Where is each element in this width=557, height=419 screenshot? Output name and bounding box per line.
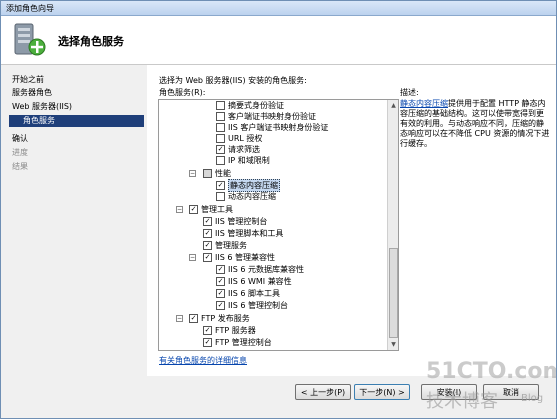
check-icon[interactable]: ✓ xyxy=(216,289,225,298)
collapse-icon[interactable]: − xyxy=(176,315,183,322)
tree-item-label: FTP 管理控制台 xyxy=(215,338,272,347)
role-services-label: 角色服务(R): xyxy=(159,88,206,97)
nav-item-before-you-begin[interactable]: 开始之前 xyxy=(12,73,44,86)
description-heading: 描述: xyxy=(400,88,419,97)
tree-item[interactable]: ✓ IIS 6 脚本工具 xyxy=(159,288,384,299)
tree-item[interactable]: IP 和域限制 xyxy=(159,155,384,166)
check-icon[interactable]: ✓ xyxy=(203,326,212,335)
tree-item[interactable]: URL 授权 xyxy=(159,133,384,144)
tree-item-label: IIS 管理脚本和工具 xyxy=(215,229,284,238)
server-add-icon xyxy=(14,23,46,56)
tree-item-label: 管理工具 xyxy=(201,205,233,214)
check-icon[interactable]: ✓ xyxy=(203,241,212,250)
previous-button[interactable]: < 上一步(P) xyxy=(295,384,351,400)
tree-item-label: 客户端证书映射身份验证 xyxy=(228,112,316,121)
check-icon[interactable]: ✓ xyxy=(203,253,212,262)
check-icon[interactable]: ✓ xyxy=(203,338,212,347)
description-link[interactable]: 静态内容压缩 xyxy=(400,99,448,108)
checkbox-partial[interactable] xyxy=(203,169,212,178)
role-services-tree[interactable]: 摘要式身份验证 客户端证书映射身份验证 IIS 客户端证书映射身份验证 URL … xyxy=(158,99,399,351)
tree-item[interactable]: ✓ IIS 6 管理控制台 xyxy=(159,300,384,311)
tree-item[interactable]: ✓ FTP 服务器 xyxy=(159,325,384,336)
nav-item-web-server[interactable]: Web 服务器(IIS) xyxy=(12,100,72,113)
check-icon[interactable]: ✓ xyxy=(216,181,225,190)
check-icon[interactable]: ✓ xyxy=(216,301,225,310)
window-title: 添加角色向导 xyxy=(6,4,54,13)
watermark-site: 51CTO.com xyxy=(426,359,557,384)
tree-item[interactable]: ✓ IIS 管理控制台 xyxy=(159,216,384,227)
check-icon[interactable]: ✓ xyxy=(189,205,198,214)
nav-item-server-roles[interactable]: 服务器角色 xyxy=(12,86,52,99)
tree-scrollbar[interactable]: ▲ ▼ xyxy=(387,100,398,350)
wizard-nav: 开始之前 服务器角色 Web 服务器(IIS) 角色服务 确认 进度 结果 xyxy=(1,65,146,400)
tree-item-ftp-publishing[interactable]: − ✓ FTP 发布服务 xyxy=(159,313,384,324)
nav-item-confirmation[interactable]: 确认 xyxy=(12,132,28,145)
watermark-blog: Blog xyxy=(521,393,544,404)
tree-item-label: IIS 客户端证书映射身份验证 xyxy=(228,123,329,132)
tree-item[interactable]: 动态内容压缩 xyxy=(159,191,384,202)
tree-item-label: URL 授权 xyxy=(228,134,263,143)
tree-item-performance[interactable]: − 性能 xyxy=(159,168,384,179)
wizard-header: 选择角色服务 xyxy=(1,16,556,65)
tree-item-label: IP 和域限制 xyxy=(228,156,270,165)
checkbox[interactable] xyxy=(216,112,225,121)
select-prompt: 选择为 Web 服务器(IIS) 安装的角色服务: xyxy=(159,76,307,85)
tree-item[interactable]: ✓ 请求筛选 xyxy=(159,144,384,155)
description-text: 静态内容压缩提供用于配置 HTTP 静态内容压缩的基础结构。这可以使带宽得到更有… xyxy=(400,99,550,149)
watermark-blog-cn: 技术博客 xyxy=(426,391,498,412)
nav-item-role-services[interactable]: 角色服务 xyxy=(9,115,144,127)
tree-item-label: 请求筛选 xyxy=(228,145,260,154)
tree-item[interactable]: 摘要式身份验证 xyxy=(159,100,384,111)
collapse-icon[interactable]: − xyxy=(189,170,196,177)
tree-item-static-compression[interactable]: ✓ 静态内容压缩 xyxy=(159,179,384,192)
more-info-link[interactable]: 有关角色服务的详细信息 xyxy=(159,355,247,366)
tree-item-label: IIS 6 管理兼容性 xyxy=(215,253,275,262)
nav-item-results: 结果 xyxy=(12,162,28,171)
check-icon[interactable]: ✓ xyxy=(216,277,225,286)
main-content: 选择为 Web 服务器(IIS) 安装的角色服务: 角色服务(R): 摘要式身份… xyxy=(147,65,556,376)
checkbox[interactable] xyxy=(216,101,225,110)
tree-item-label: IIS 管理控制台 xyxy=(215,217,268,226)
tree-item[interactable]: ✓ 管理服务 xyxy=(159,240,384,251)
checkbox[interactable] xyxy=(216,156,225,165)
tree-item-label: FTP 服务器 xyxy=(215,326,256,335)
tree-item-label: IIS 6 管理控制台 xyxy=(228,301,288,310)
nav-item-progress: 进度 xyxy=(12,148,28,157)
tree-item-label: 动态内容压缩 xyxy=(228,192,276,201)
tree-item[interactable]: ✓ FTP 管理控制台 xyxy=(159,337,384,348)
tree-item[interactable]: IIS 客户端证书映射身份验证 xyxy=(159,122,384,133)
tree-item-label: IIS 6 脚本工具 xyxy=(228,289,280,298)
scroll-thumb[interactable] xyxy=(389,248,398,338)
tree-item[interactable]: ✓ IIS 管理脚本和工具 xyxy=(159,228,384,239)
nav-item-role-services-label: 角色服务 xyxy=(23,116,55,125)
checkbox[interactable] xyxy=(216,134,225,143)
tree-item-management-tools[interactable]: − ✓ 管理工具 xyxy=(159,204,384,215)
tree-item-label: IIS 6 元数据库兼容性 xyxy=(228,265,304,274)
tree-item-label: 摘要式身份验证 xyxy=(228,101,284,110)
check-icon[interactable]: ✓ xyxy=(203,229,212,238)
collapse-icon[interactable]: − xyxy=(189,254,196,261)
tree-item-label: IIS 6 WMI 兼容性 xyxy=(228,277,292,286)
check-icon[interactable]: ✓ xyxy=(189,314,198,323)
page-title: 选择角色服务 xyxy=(58,35,124,48)
tree-item-label: 管理服务 xyxy=(215,241,247,250)
tree-item[interactable]: 客户端证书映射身份验证 xyxy=(159,111,384,122)
title-bar[interactable]: 添加角色向导 xyxy=(1,1,556,16)
check-icon[interactable]: ✓ xyxy=(216,145,225,154)
next-button[interactable]: 下一步(N) > xyxy=(354,384,410,400)
tree-item[interactable]: ✓ IIS 6 元数据库兼容性 xyxy=(159,264,384,275)
check-icon[interactable]: ✓ xyxy=(203,217,212,226)
scroll-down-icon[interactable]: ▼ xyxy=(388,339,398,350)
tree-item[interactable]: ✓ IIS 6 WMI 兼容性 xyxy=(159,276,384,287)
check-icon[interactable]: ✓ xyxy=(216,265,225,274)
checkbox[interactable] xyxy=(216,123,225,132)
collapse-icon[interactable]: − xyxy=(176,206,183,213)
tree-item-label: FTP 发布服务 xyxy=(201,314,250,323)
tree-item-label: 性能 xyxy=(215,169,231,178)
add-roles-wizard-window: 添加角色向导 选择角色服务 开始之前 服务器角色 Web 服务器(IIS) 角色… xyxy=(0,0,557,419)
checkbox[interactable] xyxy=(216,192,225,201)
scroll-up-icon[interactable]: ▲ xyxy=(388,100,398,111)
tree-item-iis6-compat[interactable]: − ✓ IIS 6 管理兼容性 xyxy=(159,252,384,263)
